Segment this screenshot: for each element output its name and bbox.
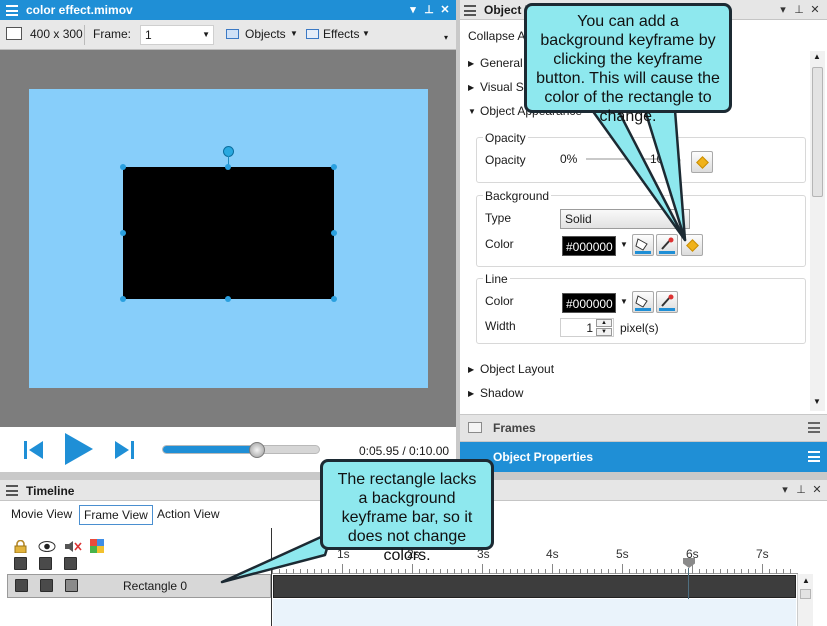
callout-bottom: The rectangle lacks a background keyfram…: [320, 459, 494, 564]
callout-top: You can add a background keyframe by cli…: [524, 3, 732, 125]
